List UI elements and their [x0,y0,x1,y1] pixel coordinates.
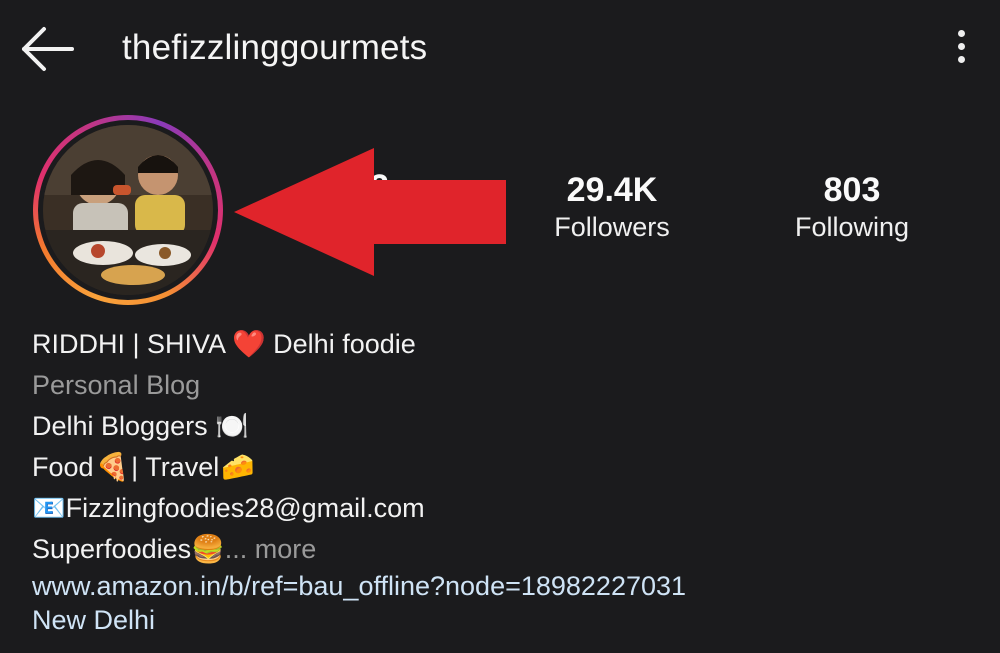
profile-avatar[interactable] [33,115,223,305]
bio-line-1: Delhi Bloggers 🍽️ [32,410,249,441]
bio-website-link[interactable]: www.amazon.in/b/ref=bau_offline?node=189… [32,569,686,603]
bio-location[interactable]: New Delhi [32,603,686,637]
followers-label: Followers [554,212,670,242]
profile-username: thefizzlinggourmets [122,28,428,67]
bio-name-line: RIDDHI | SHIVA ❤️ Delhi foodie [32,328,416,359]
back-arrow-icon[interactable] [20,26,76,72]
bio-line-2-text-a: Food [32,451,94,482]
following-stat[interactable]: 803 Following [767,170,937,243]
bio-line-4-text: Superfoodies🍔 [32,533,225,564]
top-bar: thefizzlinggourmets [0,0,1000,100]
following-count: 803 [823,171,881,209]
bio-email: 📧Fizzlingfoodies28@gmail.com [32,492,425,523]
following-label: Following [794,212,910,242]
bio-line-2-text-c: | Travel [131,451,220,482]
profile-bio: RIDDHI | SHIVA ❤️ Delhi foodie Personal … [32,323,686,637]
followers-stat[interactable]: 29.4K Followers [527,170,697,243]
pizza-icon: 🍕 [95,451,130,482]
bio-category: Personal Blog [32,369,201,400]
bio-line-4: Superfoodies🍔 ... more [32,528,686,569]
more-link[interactable]: ... more [225,532,317,566]
more-options-icon[interactable] [946,30,976,70]
cheese-icon: 🧀 [221,451,255,482]
bio-line-2: Food 🍕 | Travel 🧀 [32,446,686,487]
annotation-arrow [234,148,506,276]
followers-count: 29.4K [566,171,658,209]
avatar-photo [43,125,213,295]
